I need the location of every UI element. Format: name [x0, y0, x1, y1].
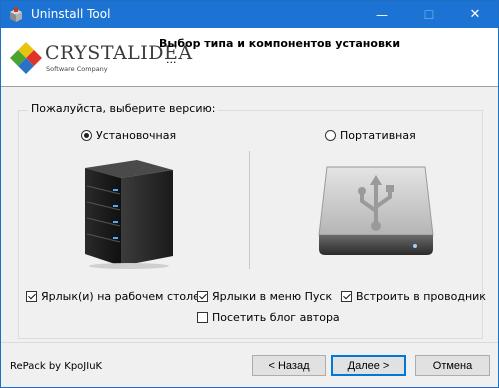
desktop-shortcut-checkbox[interactable]: Ярлык(и) на рабочем столе	[26, 290, 200, 303]
start-menu-shortcut-checkbox[interactable]: Ярлыки в меню Пуск	[197, 290, 332, 303]
install-version-label: Установочная	[96, 129, 177, 142]
next-button[interactable]: Далее >	[331, 355, 406, 376]
wizard-header: CRYSTALIDEA Software Company Выбор типа …	[1, 28, 498, 87]
box-icon	[10, 7, 22, 22]
crystalidea-logo: CRYSTALIDEA Software Company	[9, 38, 192, 78]
version-group-label: Пожалуйста, выберите версию:	[28, 102, 219, 115]
portable-version-radio[interactable]: Портативная	[325, 129, 416, 142]
page-title: Выбор типа и компонентов установки	[159, 37, 401, 50]
logo-subtitle: Software Company	[46, 65, 108, 73]
title-bar[interactable]: Uninstall Tool — ☐ ✕	[1, 1, 498, 28]
visit-blog-checkbox[interactable]: Посетить блог автора	[197, 311, 340, 324]
maximize-button[interactable]: ☐	[406, 1, 452, 28]
wizard-footer: RePack by KpoJIuK < Назад Далее > Отмена	[1, 342, 498, 387]
minimize-button[interactable]: —	[359, 1, 405, 28]
explorer-integration-label: Встроить в проводник	[356, 290, 486, 303]
page-subtitle: ...	[166, 53, 177, 66]
usb-drive-icon[interactable]	[317, 163, 435, 259]
logo-icon	[10, 42, 42, 74]
checkbox-indicator[interactable]	[26, 291, 37, 302]
explorer-integration-checkbox[interactable]: Встроить в проводник	[341, 290, 486, 303]
cancel-button[interactable]: Отмена	[415, 355, 490, 376]
visit-blog-label: Посетить блог автора	[212, 311, 340, 324]
radio-indicator[interactable]	[81, 130, 92, 141]
desktop-shortcut-label: Ярлык(и) на рабочем столе	[41, 290, 200, 303]
portable-version-label: Портативная	[340, 129, 416, 142]
checkbox-indicator[interactable]	[197, 312, 208, 323]
radio-indicator[interactable]	[325, 130, 336, 141]
repack-credit: RePack by KpoJIuK	[10, 361, 103, 372]
version-divider	[249, 151, 250, 269]
back-button[interactable]: < Назад	[252, 355, 326, 376]
server-icon[interactable]	[77, 156, 177, 271]
install-version-radio[interactable]: Установочная	[81, 129, 176, 142]
window-title: Uninstall Tool	[31, 7, 111, 21]
checkbox-indicator[interactable]	[197, 291, 208, 302]
close-button[interactable]: ✕	[452, 1, 498, 28]
start-menu-shortcut-label: Ярлыки в меню Пуск	[212, 290, 333, 303]
checkbox-indicator[interactable]	[341, 291, 352, 302]
installer-window: Uninstall Tool — ☐ ✕ CRYSTALIDEA Softwar…	[0, 0, 499, 388]
